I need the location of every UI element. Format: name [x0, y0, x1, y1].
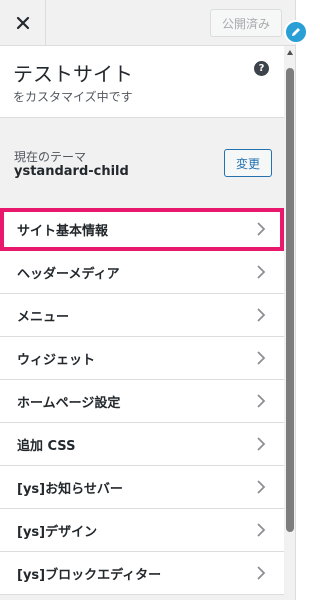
theme-label: 現在のテーマ [14, 150, 87, 164]
theme-name: ystandard-child [14, 164, 129, 179]
site-subtitle: をカスタマイズ中です [13, 90, 133, 104]
menu-item-label: [ys]ブロックエディター [17, 567, 162, 583]
menu-item-site-identity[interactable]: サイト基本情報 [0, 208, 284, 251]
menu-item-label: 追加 CSS [17, 438, 76, 454]
menu-item-menus[interactable]: メニュー [0, 294, 284, 337]
site-info: テストサイト をカスタマイズ中です ? [0, 46, 295, 118]
menu-item-ys-notice-bar[interactable]: [ys]お知らせバー [0, 466, 284, 509]
customizer-panel: 公開済み テストサイト をカスタマイズ中です ? 現在のテーマ ystandar… [0, 0, 296, 600]
chevron-right-icon [257, 308, 266, 322]
menu-item-label: メニュー [17, 309, 70, 325]
chevron-right-icon [257, 265, 266, 279]
customizer-header: 公開済み [0, 0, 295, 46]
publish-button[interactable]: 公開済み [210, 9, 282, 37]
edit-shortcut-button[interactable] [284, 20, 308, 44]
pencil-icon [292, 28, 300, 36]
menu-item-label: ヘッダーメディア [17, 266, 120, 282]
current-theme: 現在のテーマ ystandard-child 変更 [0, 136, 295, 194]
menu-item-label: サイト基本情報 [17, 223, 109, 239]
close-button[interactable] [0, 0, 46, 45]
menu-item-ys-block-editor[interactable]: [ys]ブロックエディター [0, 552, 284, 595]
chevron-right-icon [257, 222, 266, 236]
menu-item-label: [ys]デザイン [17, 524, 98, 540]
menu-item-label: [ys]お知らせバー [17, 481, 123, 497]
menu-item-label: ホームページ設定 [17, 395, 121, 411]
close-icon [16, 16, 29, 29]
menu-item-label: ウィジェット [17, 352, 96, 368]
menu-item-homepage-settings[interactable]: ホームページ設定 [0, 380, 284, 423]
chevron-right-icon [257, 523, 266, 537]
scrollbar[interactable] [284, 46, 295, 600]
help-icon[interactable]: ? [254, 61, 269, 76]
chevron-right-icon [257, 351, 266, 365]
chevron-right-icon [257, 480, 266, 494]
menu-item-ys-design[interactable]: [ys]デザイン [0, 509, 284, 552]
change-theme-button[interactable]: 変更 [224, 149, 272, 177]
menu-item-additional-css[interactable]: 追加 CSS [0, 423, 284, 466]
site-title: テストサイト [13, 62, 133, 86]
chevron-right-icon [257, 566, 266, 580]
menu-item-header-media[interactable]: ヘッダーメディア [0, 251, 284, 294]
site-preview [296, 0, 311, 600]
scroll-thumb[interactable] [286, 68, 294, 532]
menu-item-widgets[interactable]: ウィジェット [0, 337, 284, 380]
scroll-up-arrow[interactable] [287, 50, 293, 55]
customizer-menu: サイト基本情報 ヘッダーメディア メニュー ウィジェット ホームページ設定 追加… [0, 208, 284, 595]
chevron-right-icon [257, 394, 266, 408]
chevron-right-icon [257, 437, 266, 451]
